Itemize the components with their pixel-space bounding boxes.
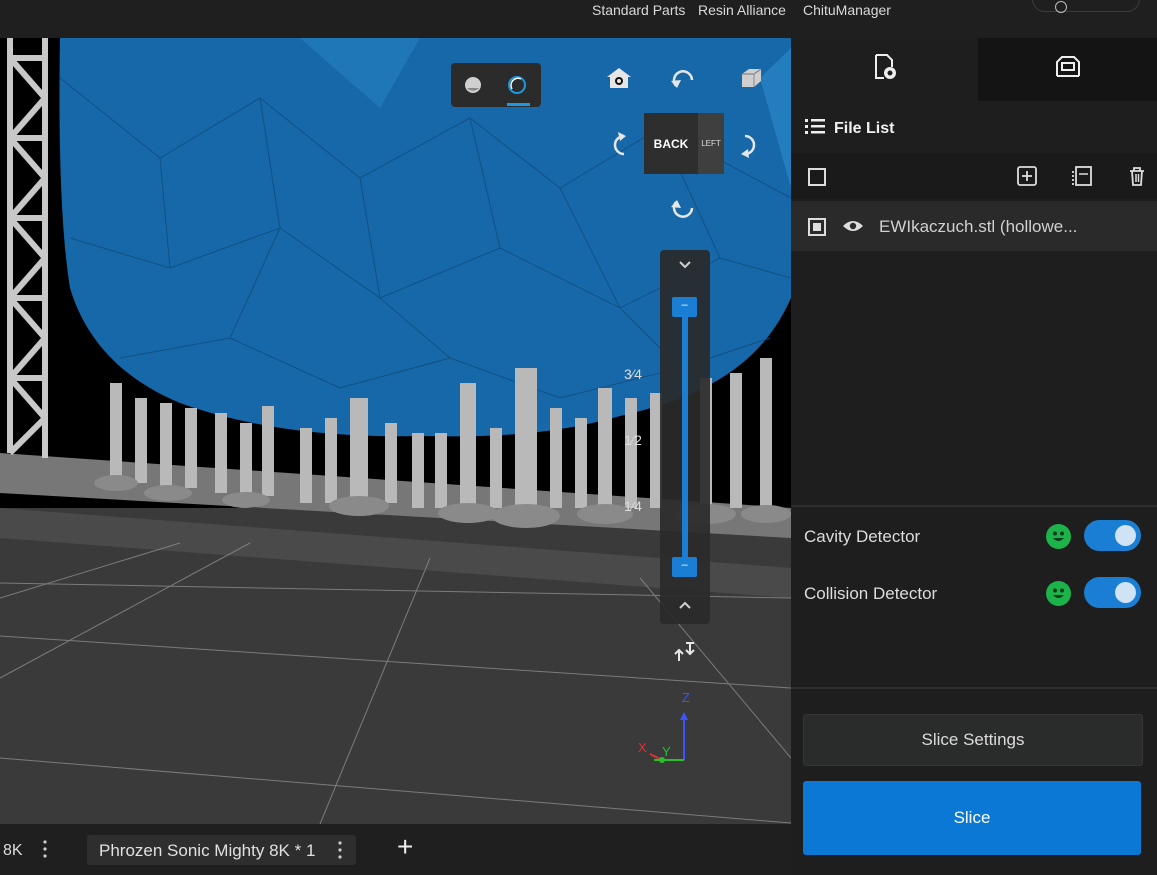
rotate-up-icon[interactable] — [668, 63, 698, 93]
file-list-item[interactable]: EWIkaczuch.stl (hollowe... — [791, 201, 1157, 251]
layer-reset-icon[interactable] — [670, 638, 700, 666]
list-icon — [805, 118, 825, 139]
lower-layer-handle[interactable]: – — [672, 557, 697, 577]
nav-link-standard-parts[interactable]: Standard Parts — [592, 2, 685, 18]
file-list-title: File List — [834, 119, 895, 137]
add-file-icon[interactable] — [1014, 163, 1040, 189]
solid-sphere-icon[interactable] — [459, 71, 487, 99]
toggle-knob — [1115, 525, 1136, 546]
slice-settings-button[interactable]: Slice Settings — [803, 714, 1143, 766]
collision-detector-toggle[interactable] — [1084, 577, 1141, 608]
collision-detector-label: Collision Detector — [804, 584, 938, 603]
axis-gizmo: Z X Y — [632, 688, 702, 768]
printer-tab[interactable]: Phrozen Sonic Mighty 8K * 1 — [87, 835, 356, 865]
view-cube[interactable]: BACK LEFT — [644, 113, 724, 174]
file-name: EWIkaczuch.stl (hollowe... — [879, 217, 1078, 236]
smile-status-icon — [1046, 524, 1071, 549]
add-printer-button[interactable]: + — [397, 832, 413, 862]
user-button[interactable] — [1032, 0, 1140, 13]
right-panel: File List EWIkaczuch.stl (hollowe... Cav… — [791, 38, 1157, 875]
file-settings-icon — [871, 53, 899, 86]
fraction-label-half: 1⁄2 — [624, 432, 642, 448]
cavity-detector-label: Cavity Detector — [804, 527, 921, 546]
panel-divider — [791, 687, 1157, 689]
bottom-bar: 8K Phrozen Sonic Mighty 8K * 1 + — [0, 824, 791, 875]
chevron-down-icon[interactable] — [672, 254, 698, 276]
file-list-toolbar — [791, 153, 1157, 199]
fraction-label-three-quarters: 3⁄4 — [624, 366, 642, 382]
tab-printer[interactable] — [978, 38, 1157, 101]
toggle-knob — [1115, 582, 1136, 603]
perspective-cube-icon[interactable] — [736, 63, 766, 93]
slice-button[interactable]: Slice — [803, 781, 1141, 855]
select-all-checkbox[interactable] — [808, 168, 826, 186]
visibility-eye-icon[interactable] — [841, 214, 865, 238]
upper-layer-handle[interactable]: – — [672, 297, 697, 317]
rotate-right-icon[interactable] — [736, 130, 766, 160]
view-cube-left-face[interactable]: LEFT — [698, 113, 724, 174]
duplicate-icon[interactable] — [1069, 163, 1095, 189]
nav-link-resin-alliance[interactable]: Resin Alliance — [698, 2, 786, 18]
file-list-header: File List — [805, 118, 894, 139]
nav-link-chitumanager[interactable]: ChituManager — [803, 2, 891, 18]
tab-file-settings[interactable] — [791, 38, 978, 101]
home-view-icon[interactable] — [604, 63, 634, 93]
smile-status-icon — [1046, 581, 1071, 606]
printer-tab-label: Phrozen Sonic Mighty 8K * 1 — [99, 841, 316, 860]
printer-icon — [1054, 54, 1082, 85]
file-checkbox[interactable] — [808, 218, 826, 236]
panel-divider — [791, 505, 1157, 507]
trash-icon[interactable] — [1124, 163, 1150, 189]
active-mode-indicator — [507, 103, 530, 106]
3d-viewport[interactable]: BACK LEFT – – 3⁄4 1⁄2 1⁄4 Z X Y — [0, 38, 791, 824]
chevron-up-icon[interactable] — [672, 594, 698, 616]
rotate-left-icon[interactable] — [603, 130, 633, 160]
layer-range-bar — [682, 306, 688, 568]
prev-printer-tab[interactable]: 8K — [3, 842, 23, 860]
user-icon — [1055, 1, 1067, 13]
rotate-down-icon[interactable] — [668, 195, 698, 225]
fraction-label-quarter: 1⁄4 — [624, 498, 642, 514]
xray-sphere-icon[interactable] — [503, 71, 531, 99]
more-options-icon[interactable] — [335, 839, 345, 861]
view-cube-back-face[interactable]: BACK — [644, 113, 698, 174]
top-bar: Standard Parts Resin Alliance ChituManag… — [0, 0, 1157, 38]
cavity-detector-toggle[interactable] — [1084, 520, 1141, 551]
axis-label-x: X — [638, 740, 647, 755]
more-options-icon[interactable] — [40, 838, 50, 860]
axis-label-z: Z — [682, 690, 690, 705]
axis-label-y: Y — [662, 744, 671, 759]
render-mode-group — [451, 63, 541, 107]
